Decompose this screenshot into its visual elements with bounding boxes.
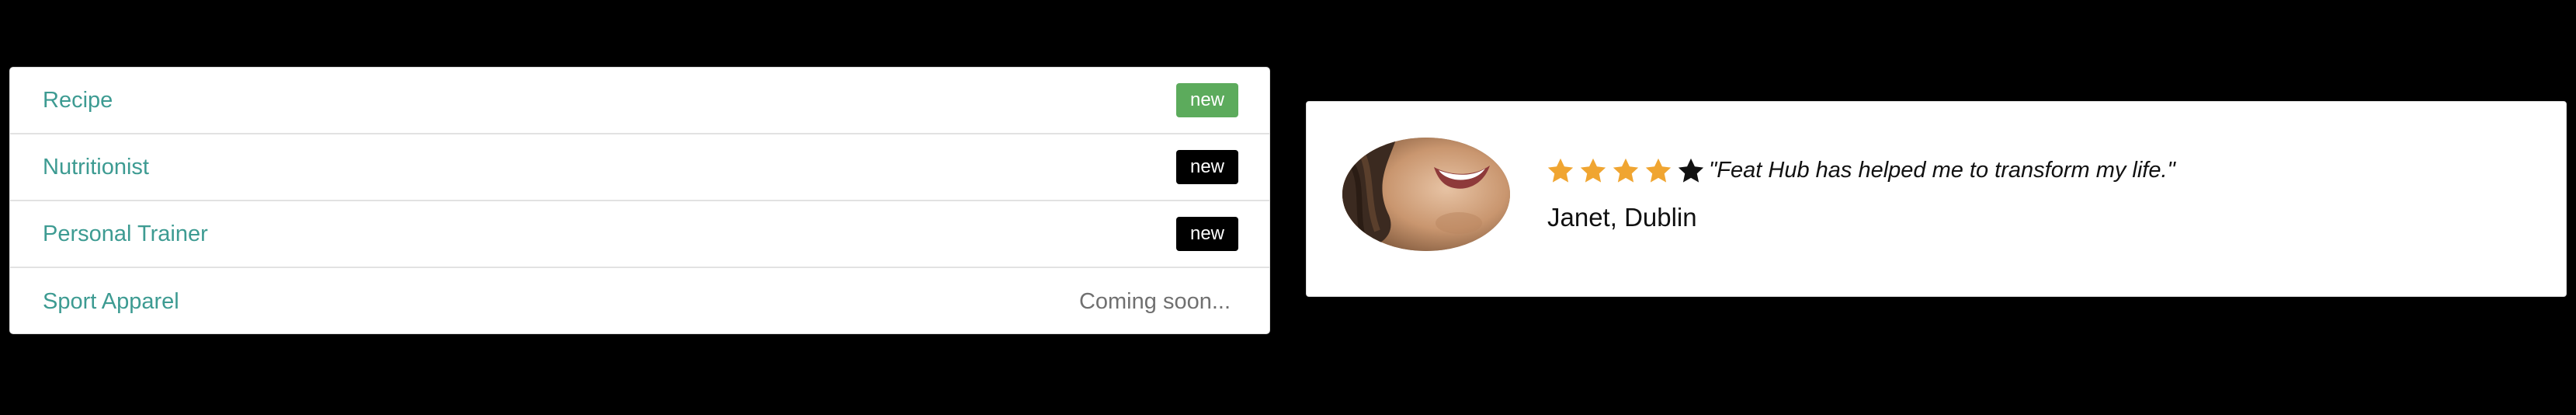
list-item-personal-trainer[interactable]: Personal Trainer new xyxy=(10,201,1269,268)
star-filled-icon xyxy=(1645,158,1672,183)
testimonial-quote: "Feat Hub has helped me to transform my … xyxy=(1709,158,2175,183)
list-item-label: Personal Trainer xyxy=(43,221,208,246)
testimonial-card: "Feat Hub has helped me to transform my … xyxy=(1306,101,2567,297)
rating-stars xyxy=(1546,156,1706,186)
list-item-nutritionist[interactable]: Nutritionist new xyxy=(10,134,1269,201)
star-filled-icon xyxy=(1580,158,1606,183)
star-empty-icon xyxy=(1678,158,1704,183)
list-item-label: Sport Apparel xyxy=(43,288,179,314)
new-badge: new xyxy=(1175,150,1238,184)
avatar xyxy=(1342,138,1510,251)
star-filled-icon xyxy=(1613,158,1639,183)
list-item-label: Recipe xyxy=(43,87,113,113)
list-item-sport-apparel[interactable]: Sport Apparel Coming soon... xyxy=(10,268,1269,333)
coming-soon-text: Coming soon... xyxy=(1078,288,1231,314)
page: Recipe new Nutritionist new Personal Tra… xyxy=(0,0,2576,415)
list-item-label: Nutritionist xyxy=(43,154,149,180)
list-item-recipe[interactable]: Recipe new xyxy=(10,68,1269,134)
star-filled-icon xyxy=(1547,158,1574,183)
new-badge: new xyxy=(1175,83,1238,117)
services-list: Recipe new Nutritionist new Personal Tra… xyxy=(9,67,1270,334)
new-badge: new xyxy=(1175,217,1238,251)
woman-smiling-photo-icon xyxy=(1342,138,1510,251)
testimonial-author: Janet, Dublin xyxy=(1547,203,1697,232)
